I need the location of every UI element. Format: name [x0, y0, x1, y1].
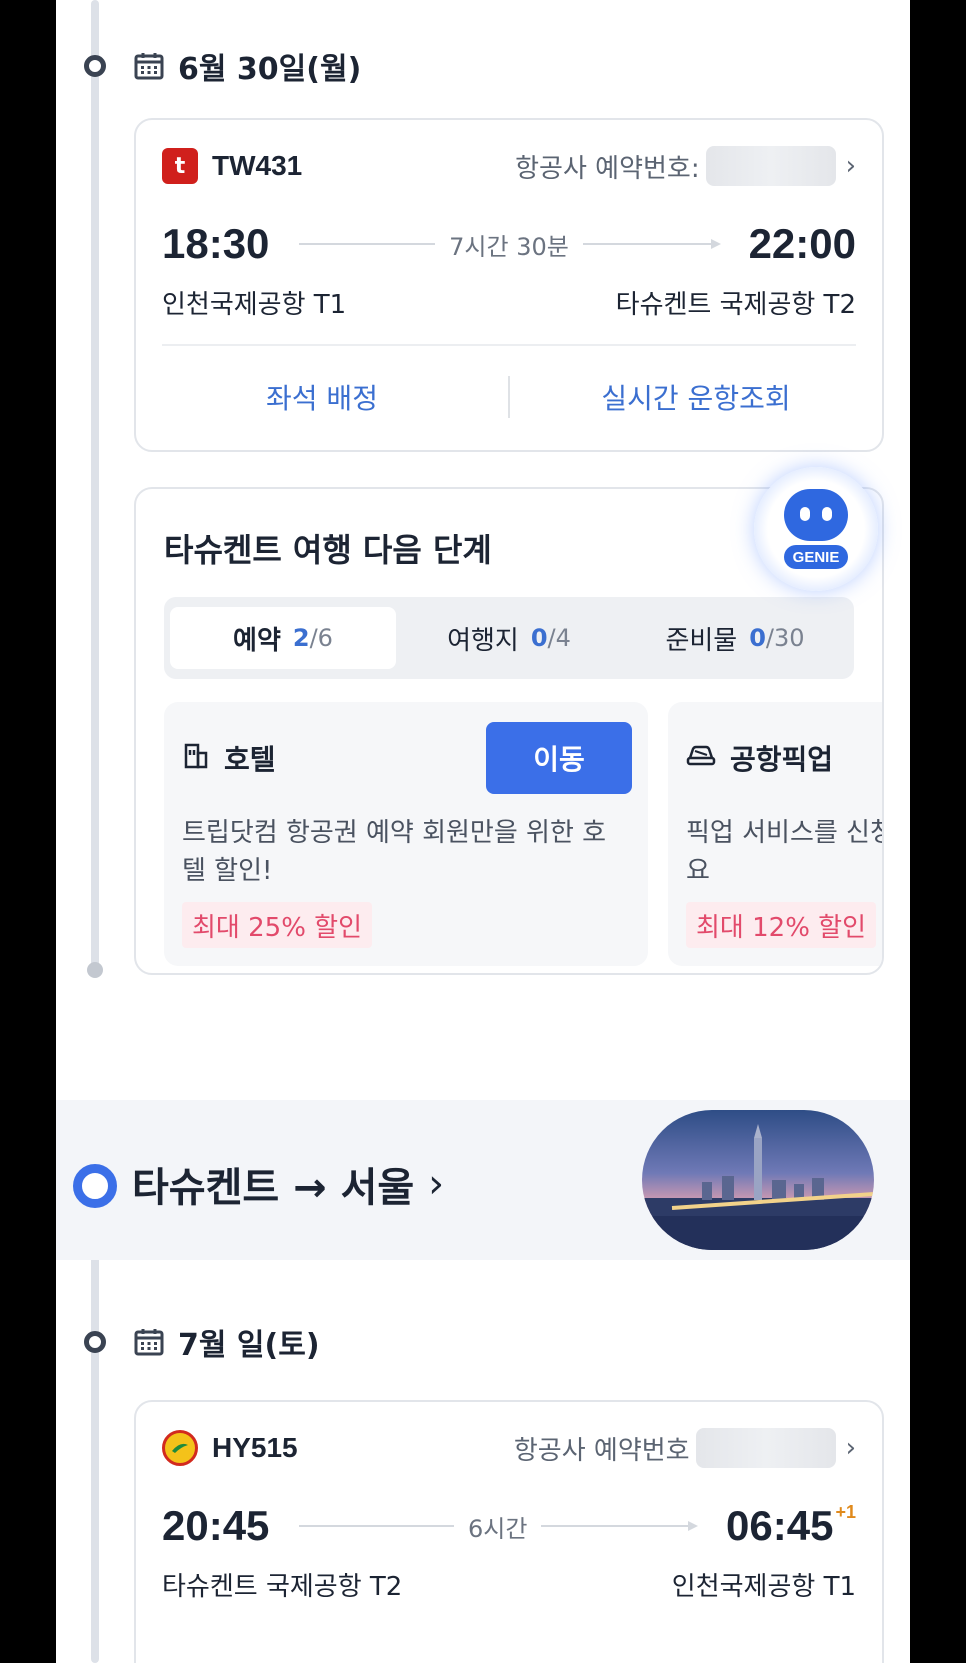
flight-card[interactable]: HY515 항공사 예약번호 › 20:45 6시간 06:45 +1 타슈켄트 …	[134, 1400, 884, 1663]
hotel-promo-card[interactable]: 호텔 이동 트립닷컴 항공권 예약 회원만을 위한 호텔 할인! 최대 25% …	[164, 702, 648, 966]
calendar-icon	[134, 1328, 164, 1356]
flight-card[interactable]: t TW431 항공사 예약번호: › 18:30 7시간 30분 22:00 …	[134, 118, 884, 452]
tab-progress: 0/4	[530, 624, 571, 652]
go-button[interactable]: 이동	[486, 722, 632, 794]
tab-booking[interactable]: 예약 2/6	[170, 607, 396, 669]
arrival-time: 06:45 +1	[726, 1502, 856, 1549]
flight-number: HY515	[212, 1432, 298, 1463]
duration-indicator: 6시간	[269, 1509, 726, 1544]
next-steps-title: 타슈켄트 여행 다음 단계	[164, 531, 492, 569]
discount-badge: 최대 12% 할인	[686, 902, 876, 948]
redacted-booking-number	[695, 1428, 836, 1468]
chevron-right-icon: ›	[428, 1161, 445, 1207]
date-text: 6월 30일(월)	[178, 52, 362, 87]
duration-line	[299, 1525, 455, 1527]
flight-duration: 7시간 30분	[449, 232, 569, 261]
divider	[162, 344, 856, 346]
arrow-right-icon	[541, 1521, 698, 1531]
genie-assistant-button[interactable]: GENIE	[754, 467, 878, 591]
timeline-dot	[84, 1331, 106, 1353]
date-header: 6월 30일(월)	[134, 46, 362, 87]
duration-indicator: 7시간 30분	[269, 227, 748, 262]
airport-pickup-promo-card[interactable]: 공항픽업 픽업 서비스를 신청하고 편하게 도착하세요 최대 12% 할인	[668, 702, 882, 966]
tab-label: 여행지	[447, 625, 519, 656]
robot-icon	[784, 489, 848, 541]
promo-header: 공항픽업	[686, 738, 833, 778]
chevron-right-icon: ›	[845, 151, 856, 181]
airports-row: 인천국제공항 T1 타슈켄트 국제공항 T2	[162, 284, 856, 321]
airline-logo: t	[162, 148, 198, 184]
genie-label: GENIE	[784, 545, 848, 569]
flight-times: 20:45 6시간 06:45 +1	[162, 1498, 856, 1554]
route-dot	[73, 1164, 117, 1208]
booking-label: 항공사 예약번호	[513, 1435, 690, 1466]
timeline-line	[91, 0, 99, 975]
tab-label: 예약	[233, 625, 281, 656]
duration-line	[299, 243, 436, 245]
seoul-city-image	[642, 1110, 874, 1250]
arrival-airport: 타슈켄트 국제공항 T2	[615, 290, 856, 320]
next-steps-tabs: 예약 2/6 여행지 0/4 준비물 0/30	[164, 597, 854, 679]
car-icon	[686, 742, 716, 775]
promo-header: 호텔	[182, 738, 276, 778]
departure-airport: 인천국제공항 T1	[162, 290, 347, 320]
calendar-icon	[134, 52, 164, 80]
discount-badge: 최대 25% 할인	[182, 902, 372, 948]
seat-assignment-button[interactable]: 좌석 배정	[136, 377, 508, 417]
chevron-right-icon: ›	[845, 1433, 856, 1463]
route-title-link[interactable]: 타슈켄트 → 서울 ›	[132, 1155, 444, 1213]
tab-progress: 2/6	[292, 624, 333, 652]
building-icon	[182, 741, 210, 776]
tab-packing[interactable]: 준비물 0/30	[622, 607, 848, 669]
airports-row: 타슈켄트 국제공항 T2 인천국제공항 T1	[162, 1566, 856, 1603]
timeline-end-dot	[87, 962, 103, 978]
promo-title: 호텔	[224, 743, 276, 776]
promo-description: 트립닷컴 항공권 예약 회원만을 위한 호텔 할인!	[182, 818, 607, 886]
live-flight-status-button[interactable]: 실시간 운항조회	[510, 377, 882, 417]
date-header: 7월 일(토)	[134, 1322, 320, 1363]
itinerary-screen: 6월 30일(월) t TW431 항공사 예약번호: › 18:30 7시간 …	[56, 0, 910, 1663]
flight-duration: 6시간	[468, 1514, 528, 1543]
date-text: 7월 일(토)	[178, 1328, 320, 1363]
airline-logo	[162, 1430, 198, 1466]
departure-time: 20:45	[162, 1502, 270, 1549]
arrival-airport: 인천국제공항 T1	[671, 1572, 856, 1602]
redacted-booking-number	[705, 146, 836, 186]
flight-card-header: t TW431 항공사 예약번호: ›	[162, 146, 856, 186]
tab-progress: 0/30	[749, 624, 805, 652]
booking-number-link[interactable]: 항공사 예약번호 ›	[514, 1428, 856, 1468]
promo-description: 픽업 서비스를 신청하고 편하게 도착하세요	[686, 818, 882, 886]
route-title: 타슈켄트 → 서울	[132, 1165, 415, 1211]
flight-number: TW431	[212, 150, 303, 181]
flight-times: 18:30 7시간 30분 22:00	[162, 216, 856, 272]
departure-airport: 타슈켄트 국제공항 T2	[162, 1572, 403, 1602]
timeline-dot	[84, 55, 106, 77]
tab-label: 준비물	[665, 625, 738, 656]
next-day-indicator: +1	[835, 1502, 856, 1522]
tab-destination[interactable]: 여행지 0/4	[396, 607, 622, 669]
booking-number-link[interactable]: 항공사 예약번호: ›	[515, 146, 856, 186]
arrow-right-icon	[582, 239, 721, 249]
flight-actions: 좌석 배정 실시간 운항조회	[136, 376, 882, 418]
robot-eye	[800, 507, 810, 521]
promo-title: 공항픽업	[730, 743, 834, 776]
arrival-time: 22:00	[748, 220, 856, 267]
flight-card-header: HY515 항공사 예약번호 ›	[162, 1428, 856, 1468]
booking-label: 항공사 예약번호:	[515, 153, 700, 184]
robot-eye	[822, 507, 832, 521]
departure-time: 18:30	[162, 220, 270, 267]
